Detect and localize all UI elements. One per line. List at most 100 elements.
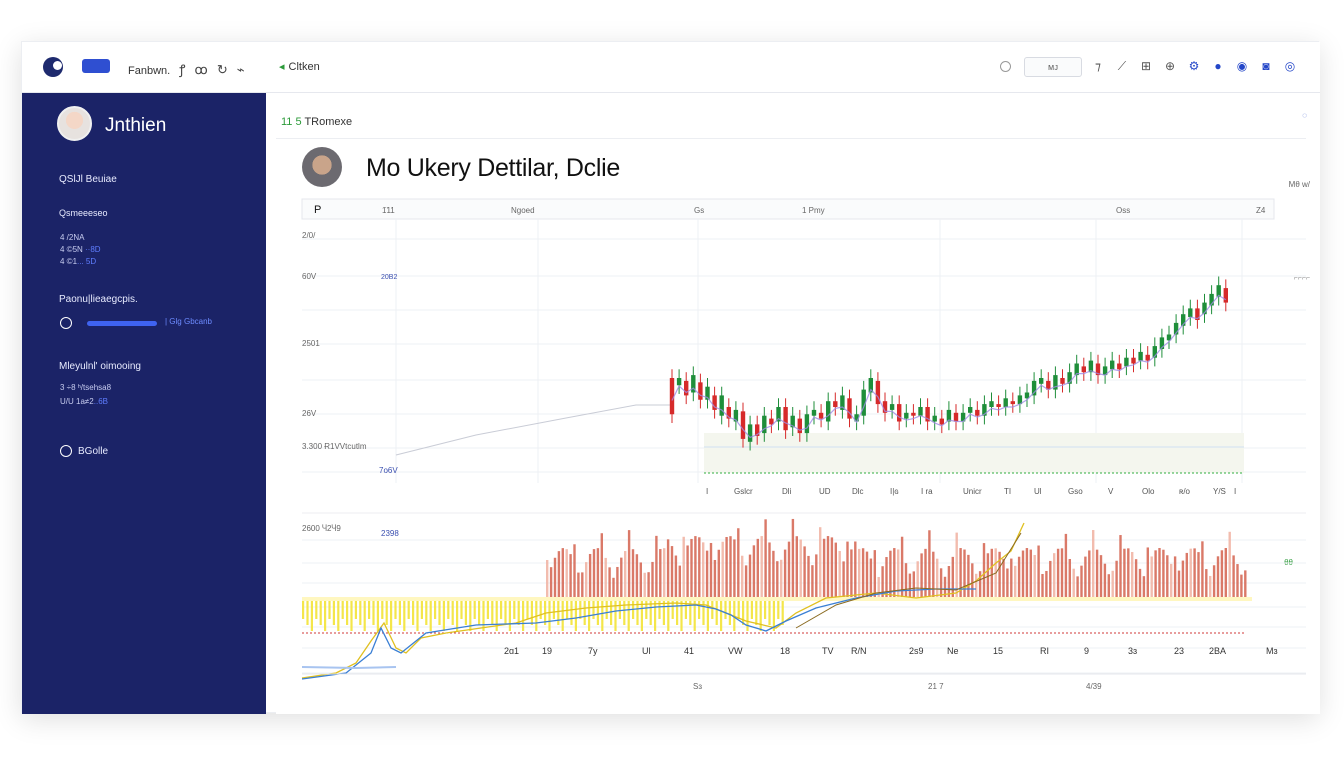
header-label: Oss — [1116, 206, 1130, 215]
volume-bar — [795, 536, 798, 598]
volume-bar — [604, 557, 607, 598]
radio-button[interactable] — [60, 445, 72, 457]
settings-icon[interactable]: ⚙ — [1182, 59, 1206, 74]
candle-body — [904, 412, 909, 419]
volume-bar — [713, 559, 717, 598]
slider-track[interactable] — [87, 321, 157, 326]
histogram-bar — [350, 599, 353, 631]
histogram-bar — [447, 599, 450, 619]
record-icon[interactable]: ● — [1206, 59, 1230, 74]
volume-bar — [1134, 559, 1138, 598]
volume-bar — [1033, 554, 1036, 598]
section-title-1[interactable]: QSlJl Beuiae — [59, 174, 117, 185]
volume-bar — [690, 538, 693, 598]
user-avatar[interactable] — [57, 106, 92, 141]
list-item[interactable]: 4 ©5N ··8D — [60, 244, 101, 256]
volume-bar — [1146, 547, 1149, 598]
histogram-bar — [434, 599, 437, 619]
list-item[interactable]: 4 ©1... 5D — [60, 256, 96, 268]
section-title-2[interactable]: Paonu|lieaegcpis. — [59, 294, 138, 305]
refresh-icon[interactable]: ↻ — [217, 62, 228, 78]
histogram-bar — [720, 599, 723, 631]
histogram-bar — [737, 599, 740, 619]
histogram-bar — [702, 599, 705, 625]
histogram-bar — [381, 599, 384, 619]
list-item[interactable]: 4 /2NA — [60, 232, 84, 244]
volume-bar — [1177, 570, 1181, 598]
volume-bar — [686, 545, 689, 598]
link-icon[interactable]: ⌁ — [237, 62, 245, 78]
list-item[interactable]: 3 ÷8 ʰ/tsehsa8 — [60, 382, 111, 394]
candle-body — [911, 412, 916, 416]
header-label: 1 Pmy — [802, 206, 825, 215]
candle-body — [1131, 357, 1136, 364]
histogram-bar — [385, 599, 388, 625]
x-tick-label: 2BA — [1209, 646, 1226, 656]
circle-icon[interactable]: ◉ — [1230, 59, 1254, 74]
volume-bar — [982, 543, 986, 598]
volume-bar — [1095, 549, 1099, 598]
volume-bar — [682, 536, 685, 598]
logo-icon[interactable] — [43, 57, 63, 77]
y-tick-label: 2600 Ⴗ2Ⴗ9 — [302, 524, 341, 533]
volume-bar — [659, 549, 662, 598]
arrow-icon[interactable]: ⁊ — [1086, 59, 1110, 74]
volume-bar — [928, 530, 931, 598]
histogram-bar — [354, 599, 357, 619]
shuffle-icon[interactable]: ꝏ — [195, 62, 208, 78]
section-title-3[interactable]: Mleyulnl' oimooing — [59, 361, 141, 372]
volume-bar — [834, 542, 837, 598]
candle-body — [889, 404, 895, 410]
header-label: 1̈11 — [382, 206, 395, 215]
search-input[interactable]: ᴍᴊ — [1024, 57, 1082, 77]
copy-icon[interactable]: ◙ — [1254, 59, 1278, 74]
search-icon[interactable] — [1000, 61, 1011, 72]
section-sub-1[interactable]: Qsmeeeseo — [59, 208, 108, 218]
volume-bar — [553, 557, 557, 598]
volume-bar — [830, 537, 834, 598]
volume-bar — [709, 542, 713, 598]
radio-button[interactable] — [60, 317, 72, 329]
volume-bar — [581, 572, 584, 598]
x-tick-label: UD — [819, 487, 831, 496]
pen-icon[interactable]: ⟋ — [1110, 59, 1134, 74]
candle-body — [811, 409, 817, 416]
main-panel: 11 5 TRomexe ◌ Mo Ukery Dettilar, Dclie … — [276, 93, 1320, 714]
help-icon[interactable]: ◎ — [1278, 59, 1302, 74]
candle-body — [1188, 308, 1193, 318]
volume-bar — [850, 549, 853, 598]
x-tick-label: 2s9 — [909, 646, 924, 656]
price-chart[interactable]: P 1̈11 Ngoed Gs 1 Pmy Oss Z4 2/0/60V 2501 26V 3.3… — [276, 93, 1320, 714]
volume-bar — [1154, 550, 1157, 598]
globe-icon[interactable]: ⊕ — [1158, 59, 1182, 74]
candle-body — [1138, 351, 1143, 361]
candle-body — [1039, 378, 1044, 384]
histogram-bar — [627, 599, 630, 631]
histogram-bar — [764, 599, 767, 619]
volume-bar — [752, 545, 756, 598]
mode-pill[interactable] — [82, 59, 110, 73]
y-tick-label: 20B2 — [381, 274, 397, 281]
volume-bar — [1068, 559, 1071, 598]
histogram-bar — [394, 599, 397, 619]
nav-text[interactable]: Fanbwn. — [128, 65, 170, 77]
y-tick-label: 2501 — [302, 339, 320, 348]
volume-bar — [596, 548, 600, 598]
candle-body — [1010, 401, 1015, 405]
volume-bar — [577, 572, 580, 598]
volume-bar — [939, 568, 943, 598]
x-tick-label: Olo — [1142, 487, 1155, 496]
breadcrumb[interactable]: ◂ Cltken — [279, 60, 320, 73]
candle-body — [932, 415, 937, 422]
header-label: Z4 — [1256, 206, 1266, 215]
histogram-bar — [451, 599, 454, 625]
x-tick-label: VW — [728, 646, 743, 656]
volume-bar — [1170, 563, 1173, 598]
volume-bar — [1115, 560, 1118, 598]
leaf-icon[interactable]: ꝭ — [179, 60, 185, 78]
histogram-bar — [486, 599, 489, 619]
volume-bar — [963, 549, 966, 598]
volume-bar — [811, 565, 814, 598]
share-icon[interactable]: ⊞ — [1134, 59, 1158, 74]
list-item[interactable]: U/U 1a≠2..6B — [60, 396, 108, 408]
